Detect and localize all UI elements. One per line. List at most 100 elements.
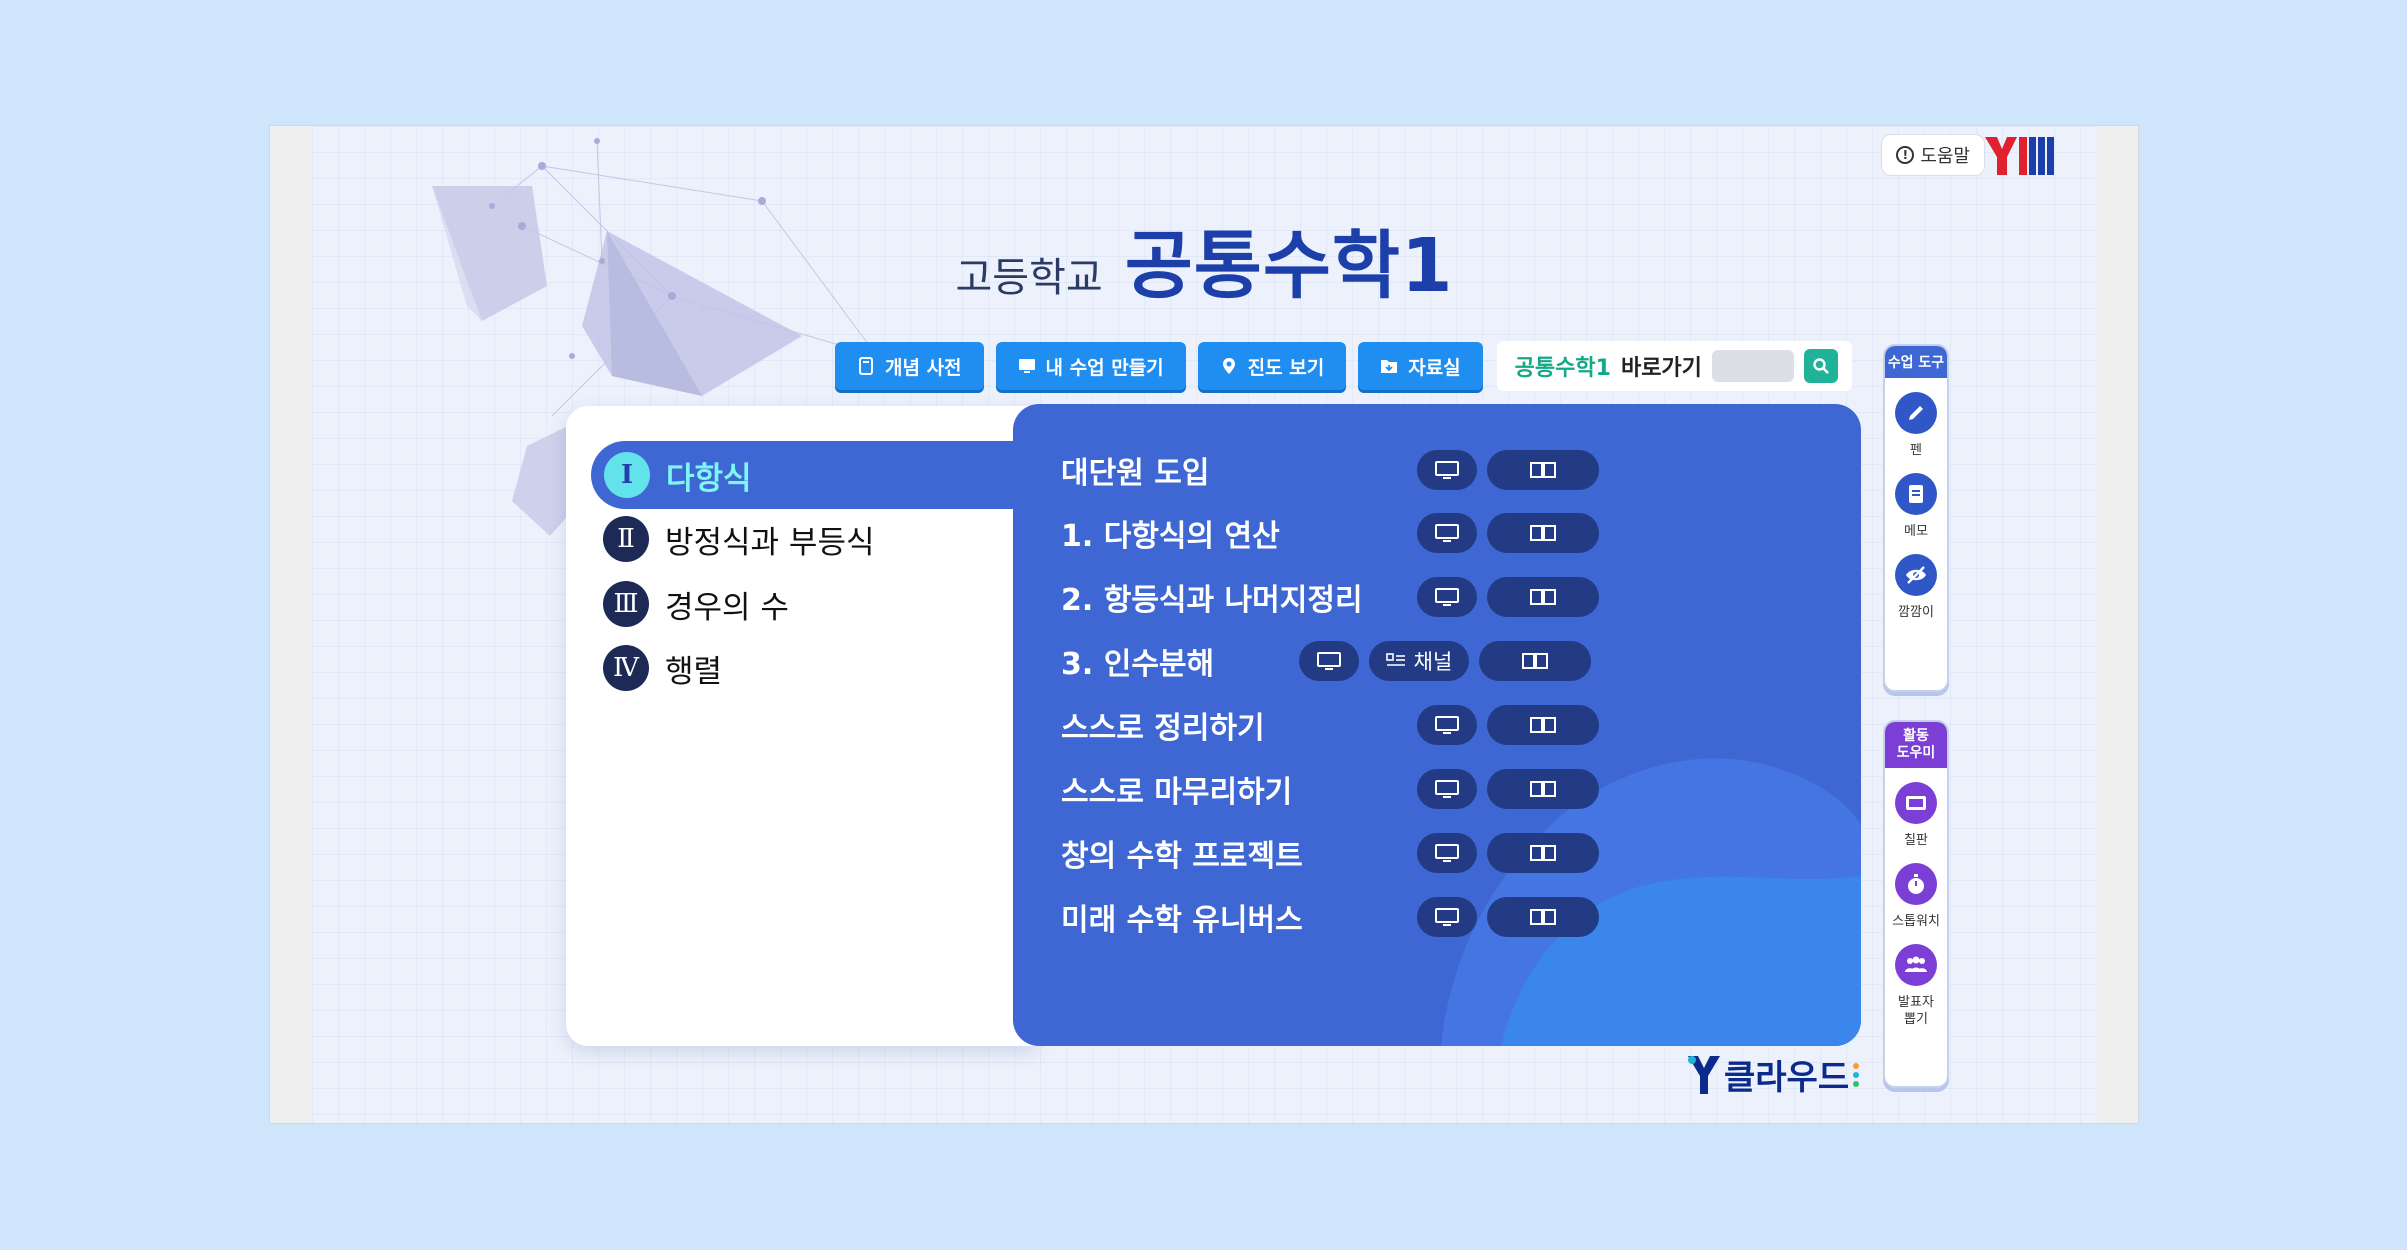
textbook-button[interactable] — [1487, 577, 1599, 617]
pick-presenter-tool[interactable]: 발표자 뽑기 — [1895, 944, 1937, 1028]
open-book-icon — [1530, 845, 1556, 861]
activity-heading-line1: 활동 — [1903, 728, 1929, 744]
stopwatch-label: 스톱워치 — [1892, 914, 1940, 929]
course-title: 공통수학1 — [1124, 223, 1454, 309]
unit-item-2[interactable]: Ⅱ 방정식과 부등식 — [603, 508, 875, 570]
unit-item-4[interactable]: Ⅳ 행렬 — [603, 637, 722, 699]
main-stage: ! 도움말 고등학교 공통수학1 개념 사전 내 수업 만들기 진도 보기 자료… — [312, 126, 2097, 1123]
activity-heading-line2: 도우미 — [1896, 745, 1936, 761]
quick-link-label: 바로가기 — [1620, 356, 1702, 381]
stopwatch-tool[interactable]: 스톱워치 — [1892, 863, 1940, 930]
screen-icon — [1435, 908, 1459, 926]
screen-icon — [1435, 588, 1459, 606]
screen-icon — [1435, 780, 1459, 798]
unit-numeral-badge: Ⅰ — [604, 452, 650, 498]
open-book-icon — [1530, 462, 1556, 478]
open-book-icon — [1530, 781, 1556, 797]
present-button[interactable] — [1417, 513, 1477, 553]
page-title: 고등학교 공통수학1 — [312, 206, 2097, 313]
unit-label: 행렬 — [665, 653, 723, 690]
textbook-button[interactable] — [1487, 769, 1599, 809]
textbook-button[interactable] — [1487, 833, 1599, 873]
unit-numeral-badge: Ⅳ — [603, 645, 649, 691]
textbook-button[interactable] — [1487, 513, 1599, 553]
present-button[interactable] — [1417, 577, 1477, 617]
school-level-label: 고등학교 — [955, 255, 1103, 301]
location-pin-icon — [1222, 358, 1235, 374]
lesson-actions — [1417, 513, 1599, 553]
blackboard-label: 칠판 — [1904, 833, 1928, 848]
activity-helper-heading: 활동 도우미 — [1885, 722, 1947, 768]
open-book-icon — [1530, 589, 1556, 605]
unit-label: 경우의 수 — [665, 589, 789, 626]
make-my-class-button[interactable]: 내 수업 만들기 — [995, 342, 1186, 390]
open-book-icon — [1530, 525, 1556, 541]
screen-icon — [1435, 716, 1459, 734]
unit-label: 방정식과 부등식 — [665, 524, 875, 561]
quick-link-input[interactable] — [1711, 350, 1794, 382]
open-book-icon — [1530, 909, 1556, 925]
progress-view-label: 진도 보기 — [1247, 356, 1325, 379]
lesson-actions — [1417, 577, 1599, 617]
pick-presenter-label-line1: 발표자 — [1898, 995, 1934, 1010]
unit-item-1[interactable]: Ⅰ 다항식 — [591, 441, 1050, 509]
make-my-class-label: 내 수업 만들기 — [1045, 356, 1164, 379]
open-book-icon — [1522, 653, 1548, 669]
dots-icon — [1853, 1062, 1860, 1087]
class-tools-panel: 수업 도구 펜 메모 깜깜이 — [1883, 344, 1949, 692]
textbook-button[interactable] — [1487, 705, 1599, 745]
unit-numeral-badge: Ⅱ — [603, 516, 649, 562]
blackboard-tool[interactable]: 칠판 — [1895, 782, 1937, 849]
textbook-button[interactable] — [1479, 641, 1591, 681]
class-tools-heading: 수업 도구 — [1885, 346, 1947, 378]
lesson-row: 3. 인수분해 채널 — [1061, 634, 1781, 688]
channel-label: 채널 — [1413, 650, 1453, 674]
help-button[interactable]: ! 도움말 — [1881, 134, 1985, 176]
textbook-button[interactable] — [1487, 897, 1599, 937]
book-icon — [859, 357, 873, 375]
pen-icon — [1909, 406, 1923, 420]
screen-icon — [1435, 844, 1459, 862]
lesson-actions — [1417, 705, 1599, 745]
memo-icon — [1909, 485, 1923, 503]
pen-label: 펜 — [1910, 443, 1922, 458]
lesson-actions — [1417, 450, 1599, 490]
stopwatch-icon — [1908, 874, 1924, 894]
screen-icon — [1317, 652, 1341, 670]
lesson-row: 스스로 마무리하기 — [1061, 762, 1781, 816]
present-button[interactable] — [1417, 897, 1477, 937]
present-button[interactable] — [1417, 705, 1477, 745]
unit-item-3[interactable]: Ⅲ 경우의 수 — [603, 573, 789, 635]
blackout-tool[interactable]: 깜깜이 — [1895, 554, 1937, 621]
open-book-icon — [1530, 717, 1556, 733]
resources-button[interactable]: 자료실 — [1358, 342, 1483, 390]
eye-slash-icon — [1906, 566, 1926, 584]
present-button[interactable] — [1417, 833, 1477, 873]
textbook-button[interactable] — [1487, 450, 1599, 490]
screen-icon — [1435, 524, 1459, 542]
help-label: 도움말 — [1920, 146, 1970, 167]
blackboard-icon — [1906, 796, 1926, 810]
progress-view-button[interactable]: 진도 보기 — [1197, 342, 1347, 390]
cloud-logo-text: 클라우드 — [1724, 1058, 1850, 1098]
unit-numeral-badge: Ⅲ — [603, 581, 649, 627]
quick-link-search-button[interactable] — [1803, 349, 1838, 383]
pen-tool[interactable]: 펜 — [1895, 392, 1937, 459]
lesson-row: 2. 항등식과 나머지정리 — [1061, 570, 1781, 624]
present-button[interactable] — [1417, 769, 1477, 809]
pick-presenter-label-line2: 뽑기 — [1904, 1012, 1928, 1027]
blackout-label: 깜깜이 — [1898, 605, 1934, 620]
folder-icon — [1381, 360, 1398, 373]
lesson-row: 스스로 정리하기 — [1061, 698, 1781, 752]
present-button[interactable] — [1299, 641, 1359, 681]
lesson-row: 1. 다항식의 연산 — [1061, 506, 1781, 560]
present-button[interactable] — [1417, 450, 1477, 490]
group-icon — [1905, 956, 1927, 972]
lesson-row: 대단원 도입 — [1061, 443, 1781, 497]
channel-button[interactable]: 채널 — [1369, 641, 1469, 681]
concept-dictionary-button[interactable]: 개념 사전 — [835, 342, 984, 390]
memo-tool[interactable]: 메모 — [1895, 473, 1937, 540]
lesson-row: 미래 수학 유니버스 — [1061, 890, 1781, 944]
pick-presenter-label: 발표자 뽑기 — [1898, 994, 1934, 1028]
lesson-row: 창의 수학 프로젝트 — [1061, 826, 1781, 880]
